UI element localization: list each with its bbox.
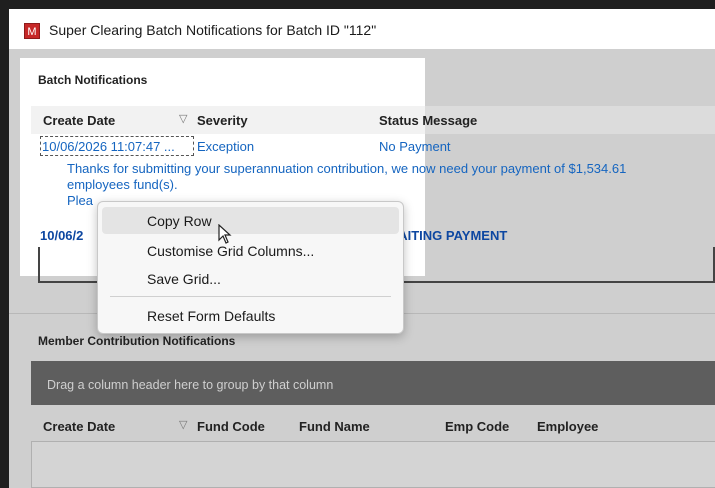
column-header-fund-code[interactable]: Fund Code bbox=[197, 419, 265, 434]
column-header-severity[interactable]: Severity bbox=[197, 113, 248, 128]
column-header-fund-name[interactable]: Fund Name bbox=[299, 419, 370, 434]
mouse-cursor-icon bbox=[218, 224, 232, 244]
column-header-employee[interactable]: Employee bbox=[537, 419, 598, 434]
column-header-status-message[interactable]: Status Message bbox=[379, 113, 477, 128]
menu-item-reset-form-defaults[interactable]: Reset Form Defaults bbox=[102, 302, 399, 329]
menu-item-copy-row[interactable]: Copy Row bbox=[102, 207, 399, 234]
row1-message-line3: Plea bbox=[67, 193, 94, 208]
menu-item-label: Reset Form Defaults bbox=[147, 308, 276, 324]
title-bar[interactable]: M Super Clearing Batch Notifications for… bbox=[9, 9, 715, 49]
batch-notifications-title: Batch Notifications bbox=[38, 73, 148, 87]
menu-item-save-grid[interactable]: Save Grid... bbox=[102, 265, 399, 292]
menu-item-label: Customise Grid Columns... bbox=[147, 243, 315, 259]
menu-separator bbox=[110, 296, 391, 297]
menu-item-label: Save Grid... bbox=[147, 271, 221, 287]
column-header-emp-code[interactable]: Emp Code bbox=[445, 419, 509, 434]
menu-item-label: Copy Row bbox=[147, 213, 212, 229]
group-by-hint: Drag a column header here to group by th… bbox=[47, 378, 334, 392]
row1-severity[interactable]: Exception bbox=[197, 139, 254, 154]
column-header-member-create-date[interactable]: Create Date bbox=[43, 419, 115, 434]
row1-create-date[interactable]: 10/06/2026 11:07:47 ... bbox=[42, 139, 175, 154]
window-title: Super Clearing Batch Notifications for B… bbox=[49, 22, 377, 38]
column-header-create-date[interactable]: Create Date bbox=[43, 113, 115, 128]
row1-status[interactable]: No Payment bbox=[379, 139, 451, 154]
app-icon: M bbox=[24, 23, 40, 39]
notifications-window: M Super Clearing Batch Notifications for… bbox=[9, 9, 715, 488]
grid-context-menu: Copy Row Customise Grid Columns... Save … bbox=[97, 201, 404, 334]
member-grid-body bbox=[31, 441, 715, 488]
member-notifications-title: Member Contribution Notifications bbox=[38, 334, 236, 348]
row1-message-line2: employees fund(s). bbox=[67, 177, 178, 192]
row2-create-date[interactable]: 10/06/2 bbox=[40, 228, 83, 243]
filter-icon[interactable]: ▽ bbox=[179, 418, 187, 431]
row1-message-line1: Thanks for submitting your superannuatio… bbox=[67, 161, 627, 176]
filter-icon[interactable]: ▽ bbox=[179, 112, 187, 125]
member-grid-header bbox=[31, 409, 715, 441]
menu-item-customise-grid-columns[interactable]: Customise Grid Columns... bbox=[102, 237, 399, 264]
